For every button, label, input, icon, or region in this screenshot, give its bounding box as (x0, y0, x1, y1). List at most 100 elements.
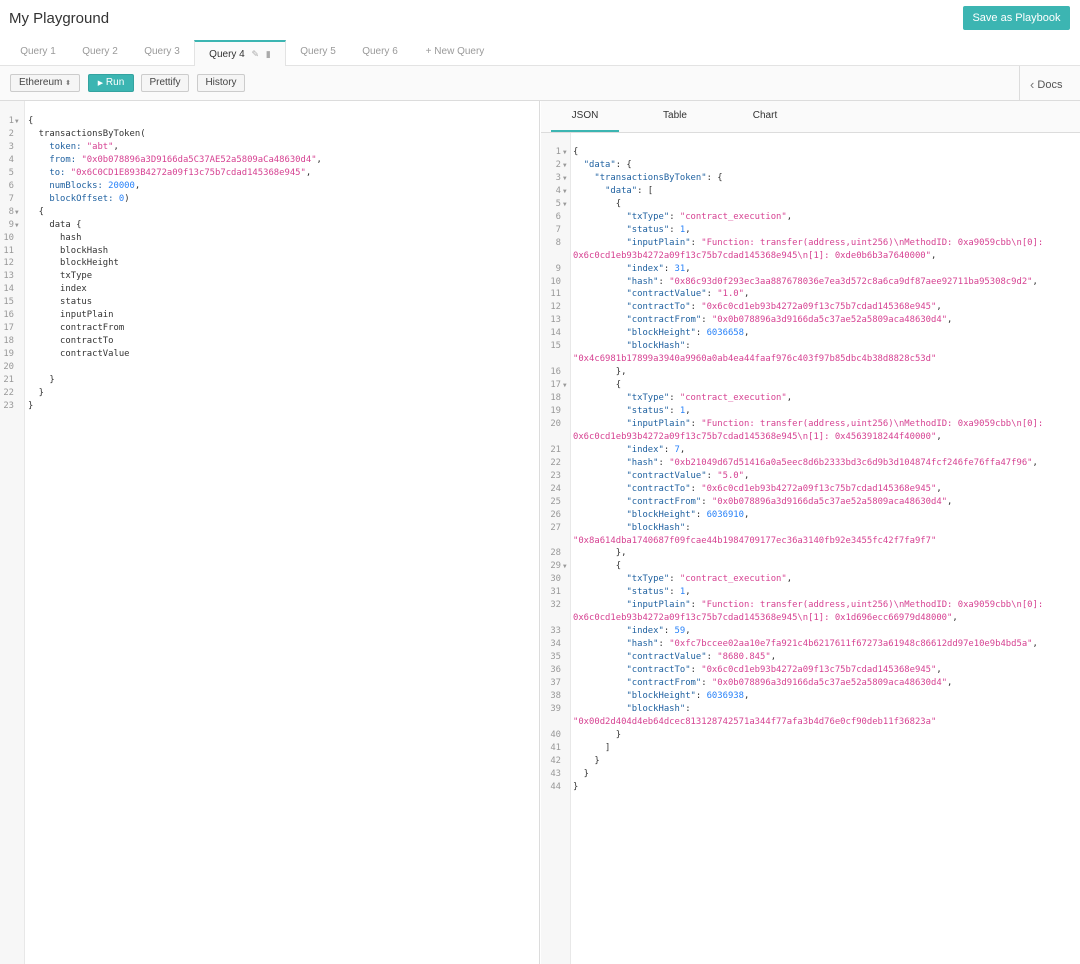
code-token: : (690, 418, 702, 429)
code-text: "data": [ (573, 185, 653, 198)
fold-arrow-icon[interactable]: ▼ (563, 172, 567, 185)
code-token: "contractFrom" (626, 496, 702, 507)
code-token: , (936, 665, 942, 675)
line-number: 33 (550, 626, 561, 637)
code-text: "hash": "0xfc7bccee02aa10e7fa921c4b62176… (573, 638, 1037, 651)
line-number: 5 (8, 167, 14, 178)
code-text: "blockHash": (573, 340, 690, 353)
docs-button[interactable]: ‹ Docs (1030, 76, 1062, 92)
code-token: : (690, 483, 702, 494)
code-text: txType (28, 270, 92, 283)
tab-chart[interactable]: Chart (731, 101, 799, 132)
code-token: "blockHash" (626, 341, 686, 352)
line-number: 22 (550, 457, 561, 468)
code-token: }, (573, 548, 627, 559)
code-token: ) (124, 193, 130, 204)
code-token: , (679, 444, 686, 455)
code-token: numBlocks: (28, 180, 109, 191)
code-token: : (669, 574, 680, 585)
code-token: "0x0b078896a3d9166da5c37ae52a5809aca4863… (711, 496, 948, 507)
code-text: data { (28, 219, 81, 232)
code-text: "contractTo": "0x6c0cd1eb93b4272a09f13c7… (573, 664, 942, 677)
code-text: "0x00d2d404d4eb64dcec813128742571a344f77… (573, 716, 936, 729)
fold-arrow-icon[interactable]: ▼ (15, 206, 19, 219)
line-number: 17 (3, 323, 14, 334)
fold-arrow-icon[interactable]: ▼ (563, 379, 567, 392)
tab-query-4[interactable]: Query 4 ✎ ▮ (194, 40, 286, 67)
code-token: 31 (674, 263, 686, 274)
line-number: 11 (3, 245, 14, 256)
fold-arrow-icon[interactable]: ▼ (563, 146, 567, 159)
line-number: 6 (555, 211, 561, 222)
code-text: "inputPlain": "Function: transfer(addres… (573, 599, 1043, 612)
tab-label: Query 6 (362, 46, 398, 57)
code-token: "0x0b078896a3d9166da5c37ae52a5809aca4863… (711, 677, 948, 688)
code-token: "hash" (626, 639, 659, 650)
code-token: : (695, 690, 707, 701)
fold-arrow-icon[interactable]: ▼ (15, 115, 19, 128)
code-token: "inputPlain" (626, 600, 691, 611)
save-as-playbook-button[interactable]: Save as Playbook (963, 6, 1070, 30)
fold-arrow-icon[interactable]: ▼ (563, 198, 567, 211)
code-token: "blockHeight" (626, 328, 696, 339)
tab-query-1[interactable]: Query 1 (9, 40, 67, 66)
line-number: 36 (550, 665, 561, 675)
tab-query-2[interactable]: Query 2 (71, 40, 129, 66)
pencil-icon[interactable]: ✎ (252, 49, 260, 59)
tab-json[interactable]: JSON (551, 101, 619, 132)
line-number: 42 (550, 755, 561, 766)
code-text: blockHeight (28, 257, 119, 270)
code-text: } (573, 768, 589, 781)
fold-arrow-icon[interactable]: ▼ (563, 560, 567, 573)
code-token: inputPlain (28, 310, 114, 321)
tab-new-query[interactable]: + New Query (415, 40, 495, 66)
tab-query-5[interactable]: Query 5 (289, 40, 347, 66)
code-token: , (685, 587, 691, 598)
trash-icon[interactable]: ▮ (266, 49, 271, 59)
code-token: "0x6c0cd1eb93b4272a09f13c75b7cdad145368e… (701, 483, 937, 494)
code-text: 0x6c0cd1eb93b4272a09f13c75b7cdad145368e9… (573, 250, 936, 263)
line-number: 11 (550, 289, 561, 300)
tab-query-6[interactable]: Query 6 (351, 40, 409, 66)
line-number: 29 (550, 561, 561, 572)
code-token: "contract_execution" (679, 574, 787, 585)
code-token: "0xfc7bccee02aa10e7fa921c4b6217611f67273… (669, 639, 1033, 650)
code-token: to: (28, 167, 71, 178)
code-token: 0x6c0cd1eb93b4272a09f13c75b7cdad145368e9… (573, 613, 953, 624)
line-number: 8 (8, 206, 14, 217)
fold-arrow-icon[interactable]: ▼ (563, 159, 567, 172)
network-select[interactable]: Ethereum ⬍ (10, 74, 80, 92)
code-token: , (786, 574, 793, 585)
header: My Playground Save as Playbook Query 1 Q… (0, 0, 1080, 67)
line-number: 9 (8, 219, 14, 230)
code-token: "data" (583, 159, 616, 170)
tab-table[interactable]: Table (641, 101, 709, 132)
fold-arrow-icon[interactable]: ▼ (15, 219, 19, 232)
code-token: { (28, 206, 45, 217)
code-token: "blockHash" (626, 703, 686, 714)
prettify-button[interactable]: Prettify (141, 74, 189, 92)
history-button[interactable]: History (197, 74, 245, 92)
line-number: 40 (550, 729, 561, 740)
code-text: } (28, 387, 44, 400)
code-text: from: "0x0b078896a3D9166da5C37AE52a5809a… (28, 154, 322, 167)
tab-query-3[interactable]: Query 3 (133, 40, 191, 66)
toolbar: Ethereum ⬍ ▶ Run Prettify History ‹ Docs (0, 66, 1080, 101)
code-token: , (316, 154, 322, 165)
line-number: 17 (550, 380, 561, 391)
code-token: "0x00d2d404d4eb64dcec813128742571a344f77… (573, 716, 937, 727)
code-text: ] (573, 742, 610, 755)
fold-arrow-icon[interactable]: ▼ (563, 185, 567, 198)
run-button[interactable]: ▶ Run (88, 74, 134, 92)
line-number: 18 (550, 393, 561, 404)
line-number: 12 (550, 302, 561, 313)
code-token: "0xb21049d67d51416a0a5eec8d6b2333bd3c6d9… (669, 457, 1033, 468)
code-token: 59 (674, 626, 686, 637)
